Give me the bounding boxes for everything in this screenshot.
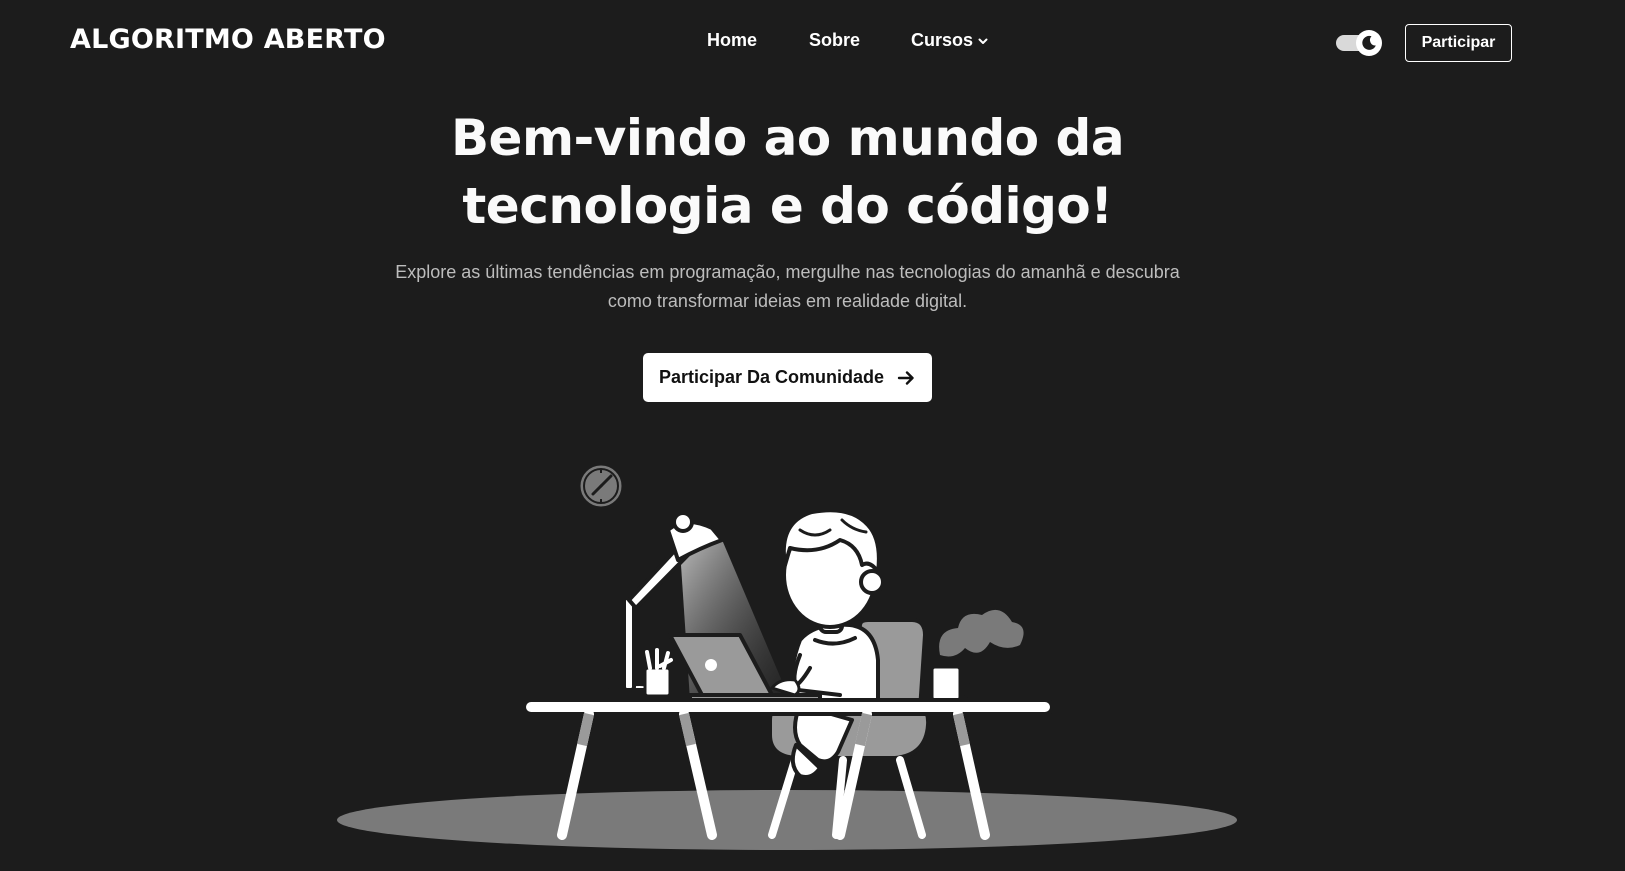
desk [522, 698, 1054, 840]
hero-title: Bem-vindo ao mundo da tecnologia e do có… [0, 104, 1575, 240]
coffee-mug [930, 665, 974, 702]
clock-icon [577, 462, 625, 510]
floor-shadow [337, 790, 1237, 850]
chevron-down-icon [978, 38, 988, 44]
participar-button[interactable]: Participar [1405, 24, 1512, 62]
plant-pot [643, 648, 673, 698]
join-community-label: Participar Da Comunidade [658, 367, 885, 387]
nav-sobre[interactable]: Sobre [809, 30, 860, 51]
lamp-light-beam [680, 535, 790, 700]
theme-toggle[interactable] [1336, 30, 1382, 56]
steam-cloud [939, 609, 1024, 657]
hero-title-line-1: Bem-vindo ao mundo da [450, 109, 1125, 167]
moon-icon [1362, 35, 1376, 50]
nav-home[interactable]: Home [707, 30, 757, 51]
nav-cursos-label: Cursos [911, 30, 974, 50]
developer-person [778, 508, 885, 779]
arrow-right-icon [897, 370, 914, 385]
desk-lamp [608, 511, 724, 692]
hero-subtitle: Explore as últimas tendências em program… [395, 262, 1180, 311]
hero-title-line-2: tecnologia e do código! [462, 177, 1113, 235]
theme-toggle-knob [1356, 30, 1382, 56]
join-community-button[interactable]: Participar Da Comunidade [643, 353, 932, 402]
hands [769, 678, 801, 697]
laptop [668, 633, 822, 702]
office-chair [768, 618, 931, 839]
nav-cursos-dropdown[interactable]: Cursos [911, 30, 989, 51]
landing-page: ALGORITMO ABERTO Home Sobre Cursos Parti… [0, 0, 1625, 871]
